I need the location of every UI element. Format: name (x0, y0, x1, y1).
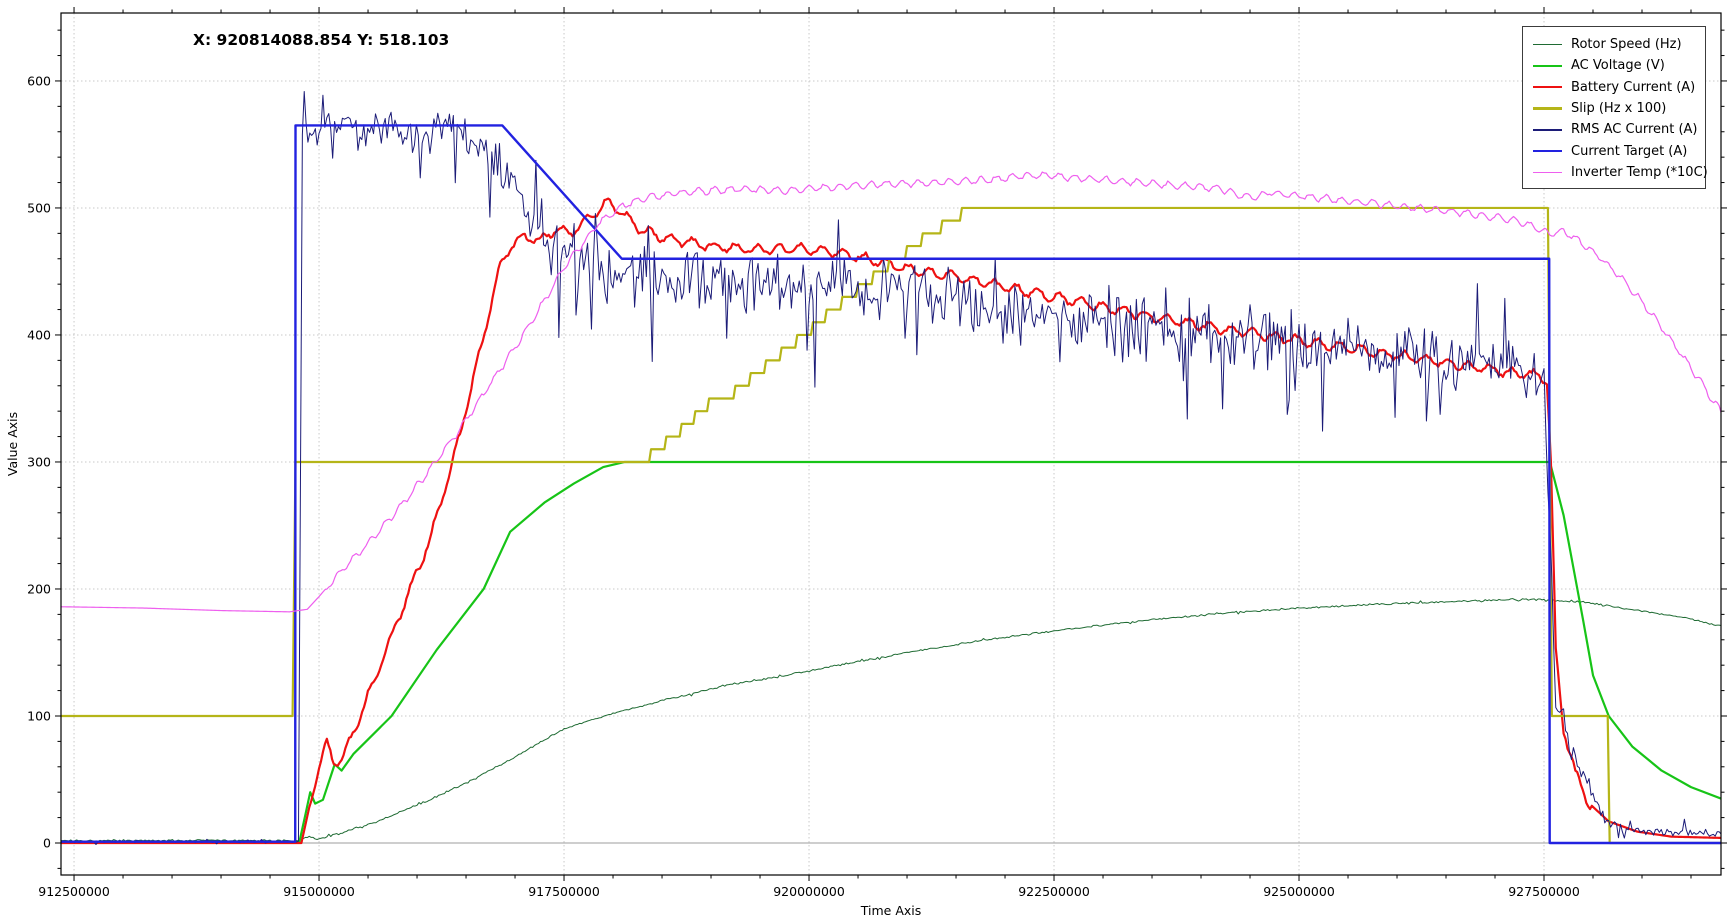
legend-item-label: AC Voltage (V) (1571, 58, 1665, 73)
series-battery_current (61, 199, 1721, 843)
legend-line-swatch (1533, 150, 1562, 152)
x-tick-label: 917500000 (528, 884, 600, 899)
legend-line-swatch (1533, 172, 1562, 173)
legend-item-label: Rotor Speed (Hz) (1571, 37, 1682, 52)
legend-item-label: RMS AC Current (A) (1571, 122, 1698, 137)
y-tick-label: 200 (27, 581, 51, 596)
legend-item: Rotor Speed (Hz) (1533, 34, 1697, 55)
y-tick-label: 300 (27, 454, 51, 469)
legend-item-label: Inverter Temp (*10C) (1571, 165, 1708, 180)
x-tick-label: 925000000 (1263, 884, 1335, 899)
x-tick-label: 920000000 (773, 884, 845, 899)
legend-item: Current Target (A) (1533, 140, 1697, 161)
x-tick-label: 922500000 (1018, 884, 1090, 899)
legend-item: Battery Current (A) (1533, 77, 1697, 98)
y-tick-label: 100 (27, 708, 51, 723)
cursor-readout: X: 920814088.854 Y: 518.103 (193, 31, 449, 49)
legend-line-swatch (1533, 44, 1562, 45)
series-layer (61, 92, 1721, 845)
legend-item-label: Current Target (A) (1571, 144, 1687, 159)
series-current_target (61, 125, 1721, 843)
legend-item: RMS AC Current (A) (1533, 119, 1697, 140)
x-tick-label: 912500000 (38, 884, 110, 899)
legend-item: AC Voltage (V) (1533, 55, 1697, 76)
legend-item: Inverter Temp (*10C) (1533, 162, 1697, 183)
y-axis-label: Value Axis (5, 412, 20, 476)
legend-item: Slip (Hz x 100) (1533, 98, 1697, 119)
y-tick-label: 600 (27, 73, 51, 88)
series-ac_voltage (61, 462, 1721, 842)
legend-item-label: Battery Current (A) (1571, 80, 1695, 95)
legend-line-swatch (1533, 86, 1562, 88)
x-tick-label: 927500000 (1508, 884, 1580, 899)
series-rms_ac_current (61, 92, 1721, 845)
legend-line-swatch (1533, 129, 1562, 130)
series-inverter_temp (61, 172, 1721, 612)
plot-canvas[interactable]: 9125000009150000009175000009200000009225… (61, 13, 1721, 875)
series-slip (61, 208, 1721, 843)
chart-window: 912500000 915000000 917500000 920000000 9225… (0, 0, 1736, 918)
legend-line-swatch (1533, 107, 1562, 109)
y-tick-label: 400 (27, 327, 51, 342)
y-tick-label: 500 (27, 200, 51, 215)
y-tick-label: 0 (43, 835, 51, 850)
plot-border (61, 13, 1721, 875)
x-axis-label: Time Axis (860, 903, 922, 918)
x-tick-label: 915000000 (283, 884, 355, 899)
legend-item-label: Slip (Hz x 100) (1571, 101, 1666, 116)
legend-line-swatch (1533, 65, 1562, 67)
legend: Rotor Speed (Hz) AC Voltage (V) Battery Cu… (1522, 26, 1706, 189)
